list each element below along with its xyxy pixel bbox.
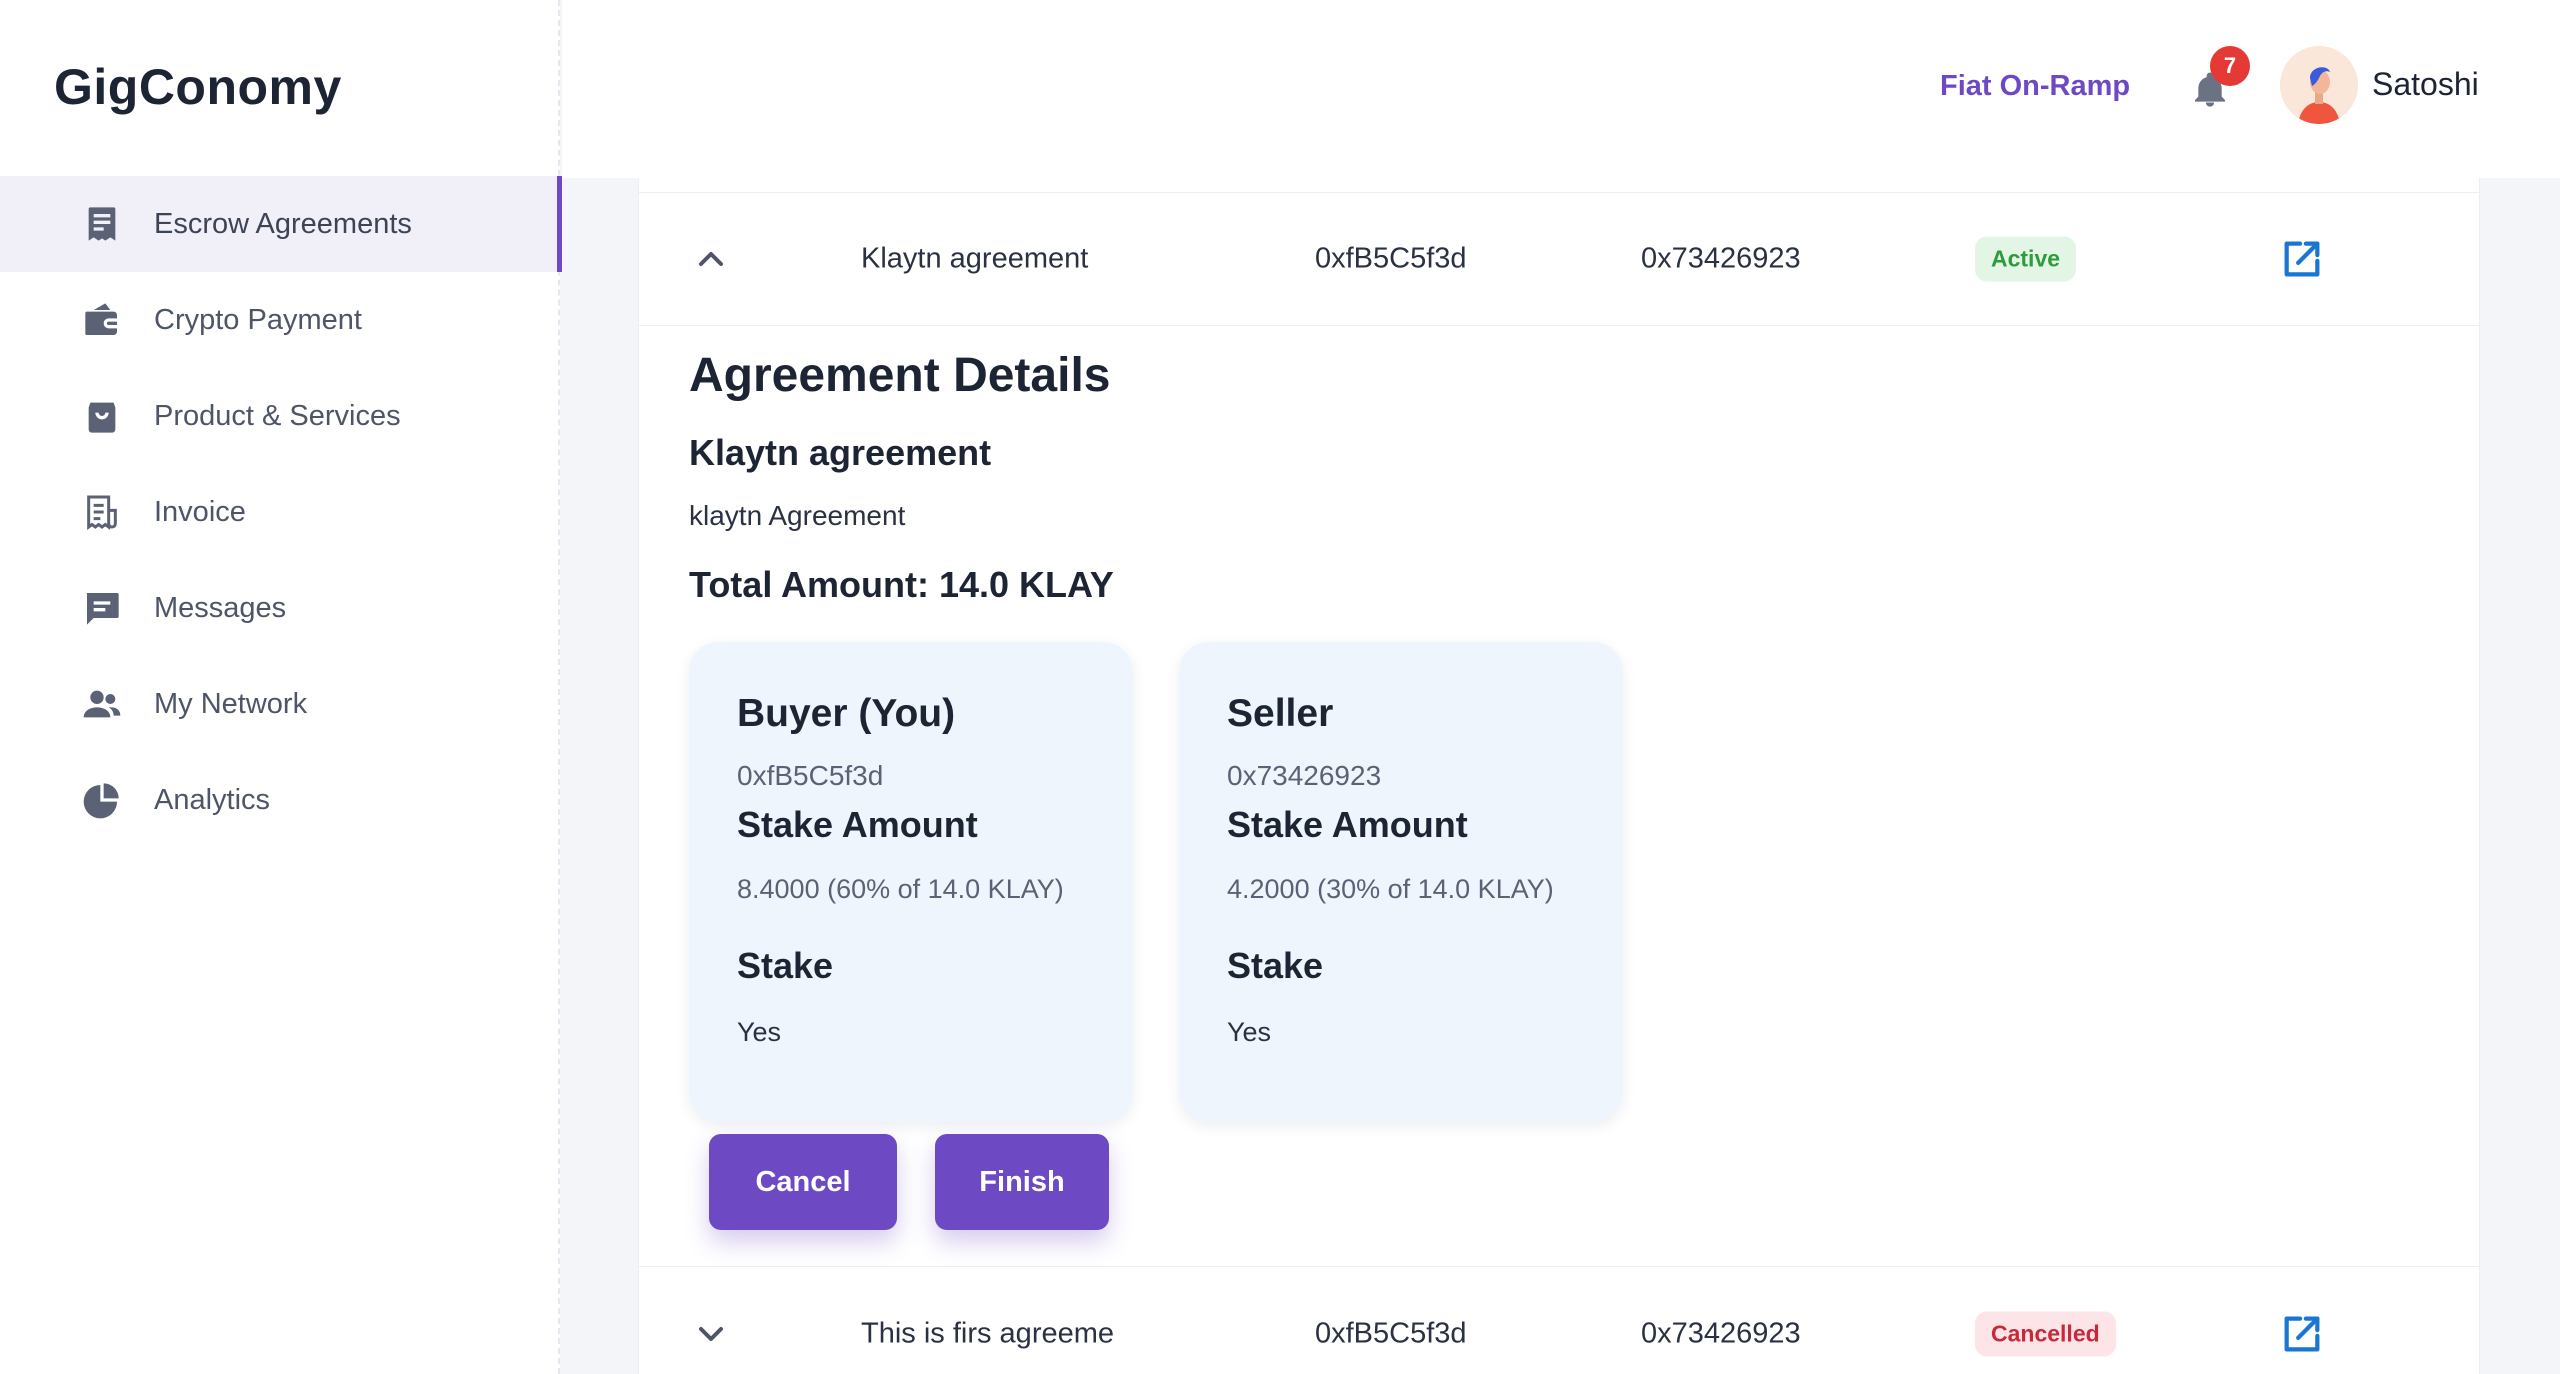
sidebar-item-label: Escrow Agreements: [154, 207, 412, 240]
sidebar-item-messages[interactable]: Messages: [0, 560, 560, 656]
details-heading: Agreement Details: [689, 349, 1111, 402]
fiat-on-ramp-link[interactable]: Fiat On-Ramp: [1940, 70, 2130, 103]
buyer-card-address: 0xfB5C5f3d: [737, 760, 884, 791]
table-row[interactable]: Klaytn agreement 0xfB5C5f3d 0x73426923 A…: [639, 192, 2481, 326]
avatar[interactable]: [2280, 46, 2358, 124]
sidebar-item-label: Product & Services: [154, 399, 401, 432]
username[interactable]: Satoshi: [2372, 66, 2479, 103]
stake-label: Stake: [737, 945, 834, 986]
seller-address: 0x73426923: [1641, 1317, 1801, 1349]
pie-chart-icon: [82, 780, 122, 820]
sidebar-item-analytics[interactable]: Analytics: [0, 752, 560, 848]
stake-label: Stake: [1227, 945, 1324, 986]
seller-card-address: 0x73426923: [1227, 760, 1382, 791]
buyer-card: Buyer (You) 0xfB5C5f3d Stake Amount 8.40…: [689, 642, 1133, 1122]
agreement-name: This is firs agreeme: [861, 1317, 1115, 1349]
sidebar-nav: Escrow Agreements Crypto Payment Product…: [0, 176, 562, 848]
cancel-button[interactable]: Cancel: [709, 1134, 897, 1230]
people-icon: [82, 684, 122, 724]
buyer-address: 0xfB5C5f3d: [1315, 242, 1467, 275]
invoice-icon: [82, 492, 122, 532]
buyer-address: 0xfB5C5f3d: [1315, 1317, 1467, 1349]
finish-button[interactable]: Finish: [935, 1134, 1109, 1230]
sidebar-item-label: Invoice: [154, 495, 246, 528]
card-title: Seller: [1227, 692, 1334, 735]
open-external-icon[interactable]: [2279, 236, 2325, 282]
sidebar-item-crypto-payment[interactable]: Crypto Payment: [0, 272, 560, 368]
card-title: Buyer (You): [737, 692, 956, 735]
app-logo[interactable]: GigConomy: [54, 58, 342, 116]
message-icon: [82, 588, 122, 628]
chevron-up-icon[interactable]: [691, 239, 731, 279]
status-badge: Cancelled: [1975, 1311, 2116, 1356]
stake-amount-label: Stake Amount: [737, 804, 978, 845]
stake-value: Yes: [1227, 1017, 1272, 1047]
receipt-icon: [82, 204, 122, 244]
sidebar-item-product-services[interactable]: Product & Services: [0, 368, 560, 464]
sidebar-item-label: Analytics: [154, 783, 271, 816]
wallet-icon: [82, 300, 122, 340]
total-amount: Total Amount: 14.0 KLAY: [689, 564, 1114, 605]
user-avatar-icon: [2280, 46, 2358, 124]
agreement-name: Klaytn agreement: [861, 242, 1089, 275]
stake-value: Yes: [737, 1017, 782, 1047]
sidebar-item-label: Messages: [154, 591, 287, 624]
agreement-title: Klaytn agreement: [689, 432, 992, 473]
agreement-details: Agreement Details Klaytn agreement klayt…: [689, 348, 2389, 605]
agreement-description: klaytn Agreement: [689, 500, 906, 531]
sidebar-item-label: Crypto Payment: [154, 303, 362, 336]
sidebar-item-escrow-agreements[interactable]: Escrow Agreements: [0, 176, 562, 272]
table-row[interactable]: This is firs agreeme 0xfB5C5f3d 0x734269…: [639, 1266, 2481, 1374]
sidebar-item-my-network[interactable]: My Network: [0, 656, 560, 752]
open-external-icon[interactable]: [2279, 1311, 2325, 1357]
sidebar-item-label: My Network: [154, 687, 308, 720]
top-header: Fiat On-Ramp 7 Satoshi: [562, 0, 2560, 178]
chevron-down-icon[interactable]: [691, 1314, 731, 1354]
status-badge: Active: [1975, 236, 2077, 282]
sidebar-item-invoice[interactable]: Invoice: [0, 464, 560, 560]
stake-amount-label: Stake Amount: [1227, 804, 1468, 845]
notification-count-badge: 7: [2210, 46, 2250, 86]
stake-amount-value: 4.2000 (30% of 14.0 KLAY): [1227, 874, 1554, 904]
shopping-bag-icon: [82, 396, 122, 436]
seller-address: 0x73426923: [1641, 242, 1801, 275]
stake-amount-value: 8.4000 (60% of 14.0 KLAY): [737, 874, 1064, 904]
agreements-panel: Klaytn agreement 0xfB5C5f3d 0x73426923 A…: [638, 178, 2481, 1374]
sidebar: GigConomy Escrow Agreements Crypto Payme…: [0, 0, 562, 1374]
seller-card: Seller 0x73426923 Stake Amount 4.2000 (3…: [1179, 642, 1623, 1122]
